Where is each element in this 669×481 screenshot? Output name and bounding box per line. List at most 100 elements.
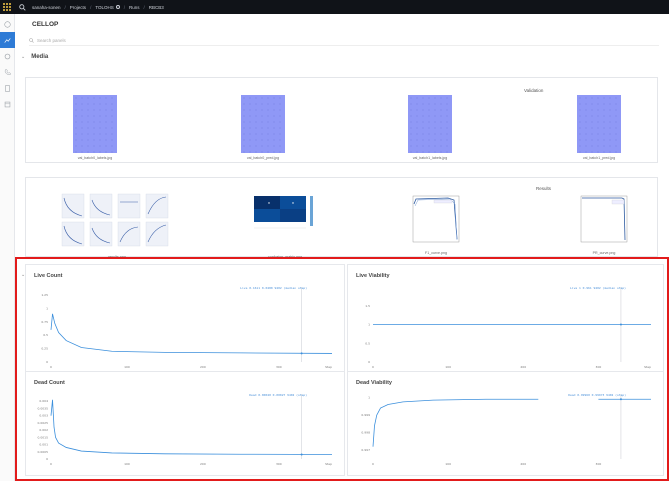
media-section-title: Media (31, 54, 49, 60)
validation-image (241, 95, 285, 153)
x-tick-label: 0 (372, 365, 374, 369)
chart-panel-dead-viability[interactable]: Dead Viability 0.997 0.998 0.999 1 0 100 200 30… (347, 371, 664, 476)
y-tick-label: 0.75 (41, 320, 48, 324)
breadcrumb-separator: / (64, 4, 66, 10)
x-tick-label: 100 (124, 365, 130, 369)
y-tick-label: 0.998 (361, 431, 370, 435)
x-tick-label: 0 (50, 365, 52, 369)
x-tick-label: 0 (372, 462, 374, 466)
media-item[interactable]: results.png (60, 192, 174, 259)
breadcrumb-projects[interactable]: Projects (70, 5, 86, 10)
validation-media-panel: Validation val_batch0_labels.jpg val_bat… (25, 77, 658, 163)
search-input[interactable]: Search panels (37, 38, 66, 43)
results-media-panel: Results results.png confusion_matrix.png… (25, 177, 658, 259)
x-tick-label: 300 (596, 462, 602, 466)
y-tick-label: 0.25 (41, 347, 48, 351)
nav-logs[interactable] (0, 80, 15, 96)
y-tick-label: 1.25 (41, 293, 48, 297)
hover-point (300, 453, 303, 456)
validation-image (577, 95, 621, 153)
media-section-header[interactable]: ⌄ Media (21, 54, 48, 60)
results-grid-image (61, 193, 169, 247)
chart-legend: Dead 0.99960 0.99973 9402 (step) (568, 393, 626, 397)
breadcrumb-entity[interactable]: sanaha-sonen (32, 5, 61, 10)
x-tick-label: 0 (50, 462, 52, 466)
chart-legend: Live 0.1611 0.0480 9402 (median step) (240, 286, 307, 290)
hover-point (300, 352, 303, 355)
hover-point (619, 323, 622, 326)
y-tick-label: 0 (368, 360, 370, 364)
y-tick-label: 0.0035 (38, 406, 49, 410)
series-line (372, 398, 539, 447)
media-caption: val_batch0_labels.jpg (77, 156, 113, 160)
media-item[interactable]: confusion_matrix.png (252, 194, 318, 259)
confusion-matrix-image (252, 194, 318, 250)
media-item[interactable]: val_batch1_labels.jpg (408, 95, 452, 160)
breadcrumb-run[interactable]: RBCB3 (149, 5, 164, 10)
nav-home[interactable] (0, 16, 15, 32)
yellow-dot-grid-icon (3, 3, 11, 11)
chart-panel-dead-count[interactable]: Dead Count 0 0.0005 0.001 0.0015 0.002 0.0025… (25, 371, 345, 476)
x-axis-end-label: Step (325, 462, 332, 466)
app-logo[interactable] (0, 0, 14, 14)
media-caption: PR_curve.png (592, 251, 616, 255)
pr-curve-image (580, 195, 628, 243)
f1-curve-image (412, 195, 460, 243)
circle-icon (4, 53, 11, 59)
y-tick-label: 0.002 (39, 428, 48, 432)
validation-title: Validation (524, 88, 544, 93)
x-tick-label: 300 (276, 365, 282, 369)
breadcrumb-runs[interactable]: Runs (129, 5, 140, 10)
chart-legend: Dead 0.00040 0.00027 9402 (step) (249, 393, 307, 397)
y-tick-label: 0.5 (43, 333, 48, 337)
search-panels-bar[interactable]: Search panels (29, 36, 659, 46)
chart-panel-live-viability[interactable]: Live Viability 0 0.5 1 1.5 0 100 200 300 Step Liv… (347, 264, 664, 379)
breadcrumb-project[interactable]: TOLOHS (95, 4, 120, 10)
nav-charts[interactable] (0, 32, 15, 48)
validation-image (408, 95, 452, 153)
chart-svg: 0 0.25 0.5 0.75 1 1.25 0 100 200 300 Step Live 0.16… (41, 286, 333, 369)
y-tick-label: 0.997 (361, 448, 370, 452)
nav-system[interactable] (0, 64, 15, 80)
search-icon[interactable] (18, 3, 27, 12)
x-tick-label: 300 (596, 365, 602, 369)
breadcrumb-project-label: TOLOHS (95, 4, 114, 10)
y-tick-label: 0.999 (361, 413, 370, 417)
home-icon (4, 20, 11, 28)
media-item[interactable]: val_batch0_pred.jpg (241, 95, 285, 160)
chevron-down-icon: ⌄ (21, 54, 26, 60)
nav-files[interactable] (0, 96, 15, 112)
chart-svg: 0 0.0005 0.001 0.0015 0.002 0.0025 0.003 0.0035… (38, 393, 333, 466)
nav-overview[interactable] (0, 48, 15, 64)
y-tick-label: 0 (46, 360, 48, 364)
y-tick-label: 0.003 (39, 414, 48, 418)
validation-image (73, 95, 117, 153)
media-item[interactable]: PR_curve.png (578, 194, 630, 255)
x-tick-label: 100 (445, 462, 451, 466)
series-line (50, 313, 333, 354)
x-tick-label: 200 (200, 462, 206, 466)
media-item[interactable]: F1_curve.png (410, 194, 462, 255)
x-axis-end-label: Step (644, 365, 651, 369)
top-bar: sanaha-sonen / Projects / TOLOHS / Runs … (0, 0, 669, 14)
phone-icon (4, 68, 11, 75)
media-item[interactable]: val_batch0_labels.jpg (73, 95, 117, 160)
media-caption: F1_curve.png (425, 251, 447, 255)
x-tick-label: 200 (520, 365, 526, 369)
document-icon (5, 84, 10, 92)
y-tick-label: 0.0005 (38, 450, 49, 454)
media-item[interactable]: val_batch1_pred.jpg (577, 95, 621, 160)
breadcrumb-separator: / (90, 4, 92, 10)
results-title: Results (536, 186, 552, 191)
chart-panel-live-count[interactable]: Live Count 0 0.25 0.5 0.75 1 1.25 0 100 200 300 St… (25, 264, 345, 379)
breadcrumb: sanaha-sonen / Projects / TOLOHS / Runs … (32, 5, 164, 10)
x-tick-label: 200 (520, 462, 526, 466)
breadcrumb-separator: / (123, 4, 126, 10)
y-tick-label: 1 (46, 306, 48, 310)
breadcrumb-separator: / (143, 4, 145, 10)
y-tick-label: 1 (368, 323, 370, 327)
lock-icon (115, 5, 120, 10)
media-caption: val_batch0_pred.jpg (246, 156, 280, 160)
x-tick-label: 100 (445, 365, 451, 369)
page-title: CELLOP (32, 21, 59, 28)
